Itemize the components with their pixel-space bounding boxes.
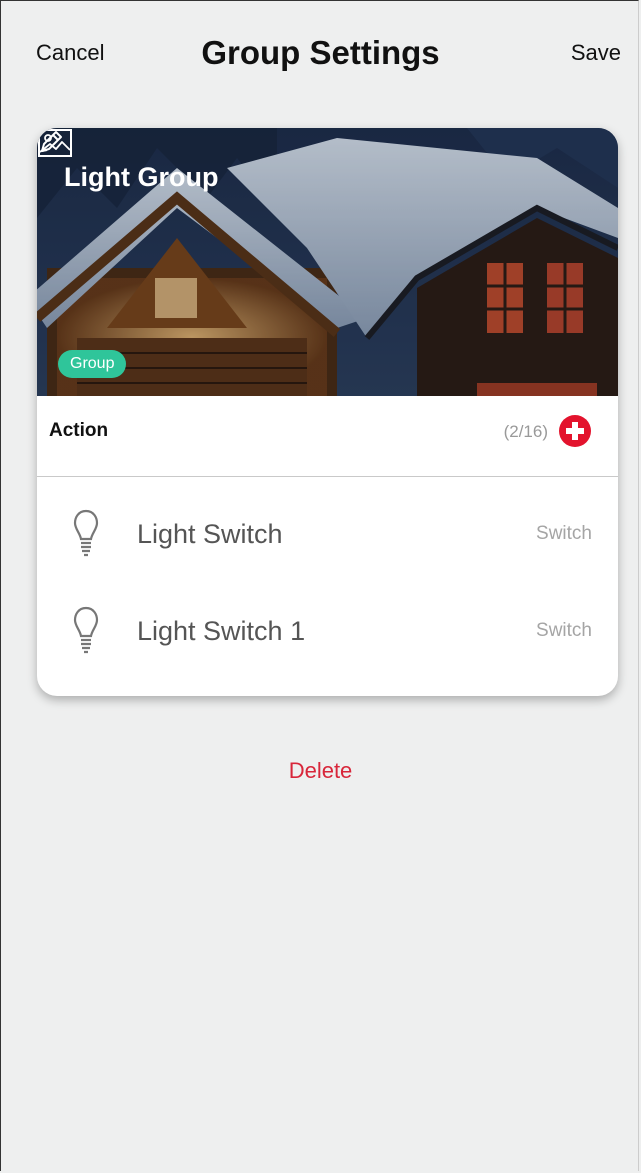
device-type: Switch bbox=[536, 523, 592, 544]
action-count: (2/16) bbox=[503, 422, 548, 441]
lightbulb-icon bbox=[73, 509, 99, 557]
device-type: Switch bbox=[536, 620, 592, 641]
plus-circle-icon[interactable] bbox=[558, 414, 592, 448]
device-row[interactable]: Light Switch Switch bbox=[37, 489, 618, 585]
group-name: Light Group bbox=[64, 162, 219, 192]
device-name: Light Switch bbox=[137, 519, 283, 549]
group-badge: Group bbox=[58, 350, 127, 378]
action-header: Action (2/16) bbox=[37, 396, 618, 477]
group-card: Light Group Group Action (2/16) Light Sw… bbox=[37, 128, 618, 696]
image-icon[interactable] bbox=[37, 128, 73, 158]
group-cover-image: Light Group Group bbox=[37, 128, 618, 396]
device-name: Light Switch 1 bbox=[137, 616, 306, 646]
cancel-button[interactable]: Cancel bbox=[36, 40, 104, 66]
delete-button[interactable]: Delete bbox=[0, 758, 641, 784]
header-bar: Cancel Group Settings Save bbox=[10, 22, 631, 82]
lightbulb-icon bbox=[73, 606, 99, 654]
device-row[interactable]: Light Switch 1 Switch bbox=[37, 586, 618, 682]
action-label: Action bbox=[49, 420, 109, 441]
save-button[interactable]: Save bbox=[571, 40, 621, 66]
